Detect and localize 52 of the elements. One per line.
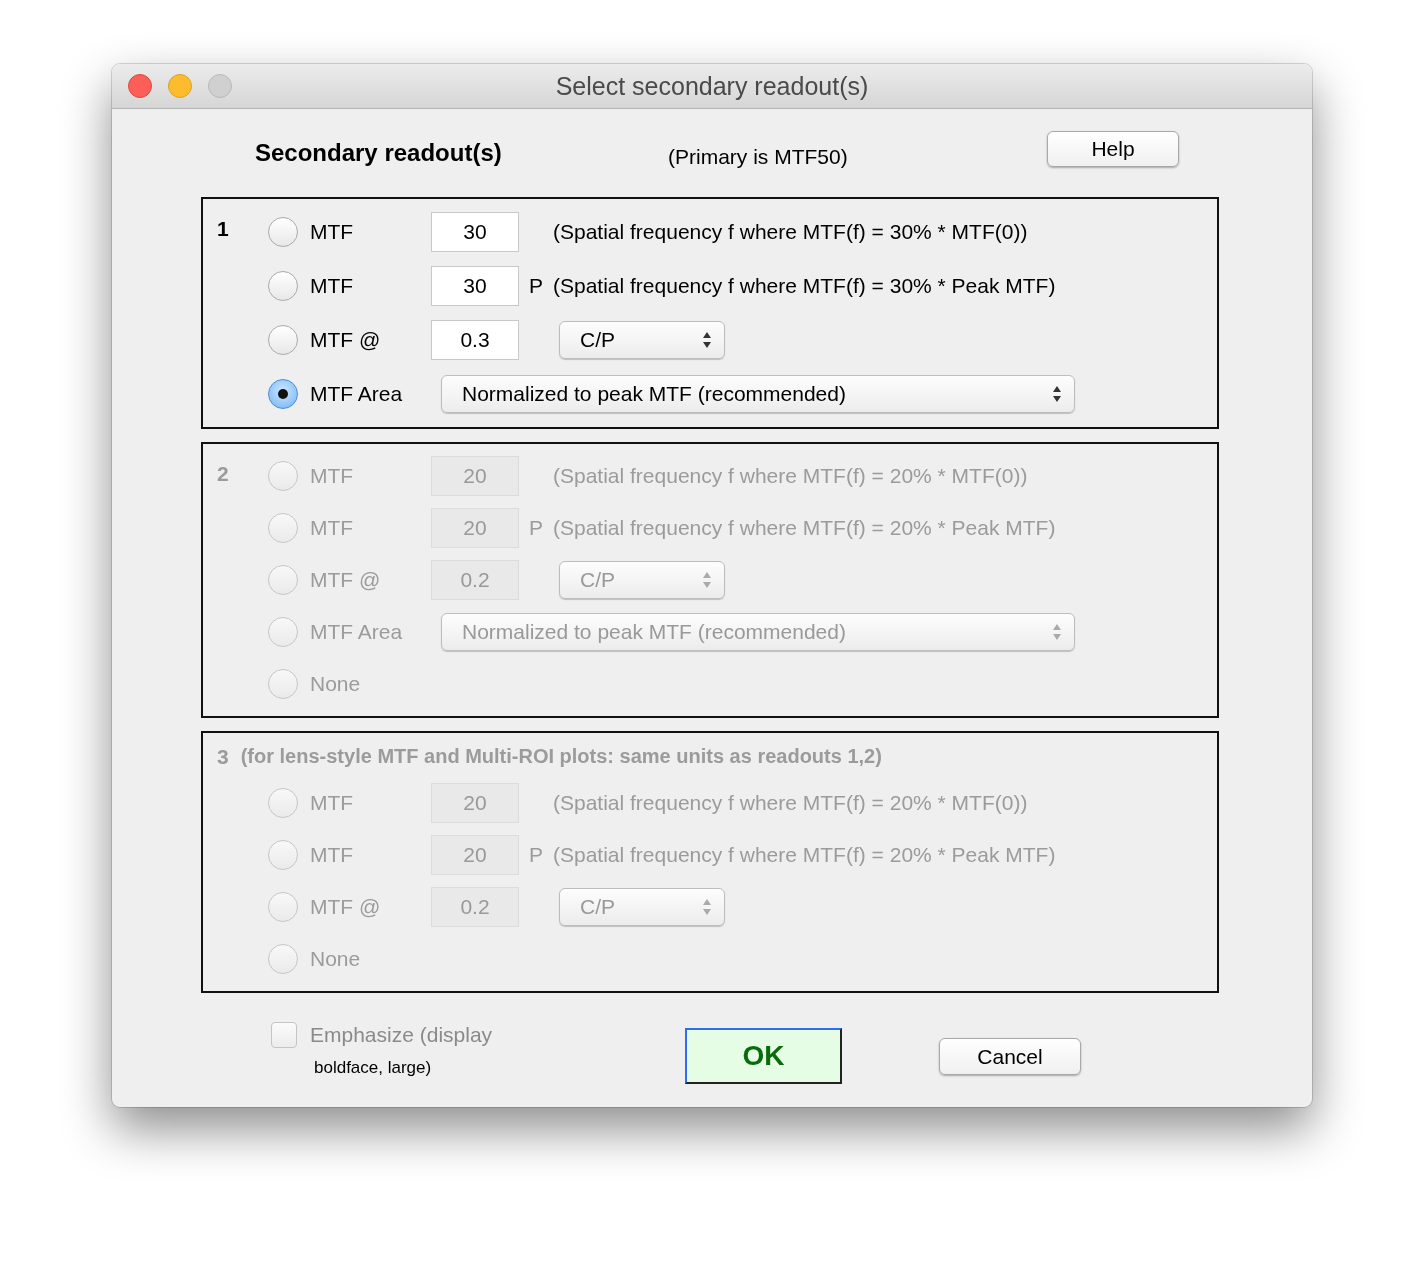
area-dropdown[interactable]: Normalized to peak MTF (recommended) [441, 375, 1075, 413]
option-label: MTF [310, 791, 355, 815]
option-label: MTF [310, 274, 355, 298]
section-title: Secondary readout(s) [255, 139, 503, 167]
checkbox-note: boldface, large) [314, 1058, 433, 1078]
suffix-label: P [529, 843, 543, 866]
option-description: (Spatial frequency f where MTF(f) = 30% * MTF(0)) [553, 220, 1028, 244]
radio-button[interactable] [268, 325, 298, 355]
suffix-label: P [529, 516, 543, 539]
group-number: 1 [217, 217, 229, 240]
radio-button[interactable] [268, 379, 298, 409]
option-description: (Spatial frequency f where MTF(f) = 20% * MTF(0)) [553, 464, 1028, 488]
option-description: (Spatial frequency f where MTF(f) = 20% * Peak MTF) [553, 516, 1056, 540]
option-label: None [310, 947, 361, 971]
value-field[interactable]: 30 [431, 212, 519, 252]
minimize-button[interactable] [168, 74, 192, 98]
radio-button[interactable] [268, 271, 298, 301]
primary-note: (Primary is MTF50) [668, 145, 849, 169]
value-field[interactable]: 30 [431, 266, 519, 306]
help-button[interactable]: Help [1047, 131, 1179, 167]
option-label: MTF Area [310, 620, 404, 644]
option-label: MTF [310, 220, 355, 244]
ok-button[interactable]: OK [685, 1028, 842, 1084]
stepper-arrows-icon [1052, 623, 1062, 641]
option-label: MTF @ [310, 328, 382, 352]
stepper-arrows-icon [1052, 385, 1062, 403]
unit-dropdown[interactable]: C/P [559, 321, 725, 359]
checkbox[interactable] [271, 1022, 297, 1048]
option-label: None [310, 672, 361, 696]
stepper-arrows-icon [702, 571, 712, 589]
group-title: (for lens-style MTF and Multi-ROI plots: same units as readouts 1,2) [240, 745, 882, 769]
option-label: MTF [310, 843, 355, 867]
checkbox-label: Emphasize (display [310, 1023, 493, 1047]
option-label: MTF Area [310, 382, 404, 406]
stepper-arrows-icon [702, 331, 712, 349]
option-description: (Spatial frequency f where MTF(f) = 30% * Peak MTF) [553, 274, 1056, 298]
suffix-label: P [529, 274, 543, 297]
radio-button[interactable] [268, 217, 298, 247]
group-number: 2 [217, 462, 229, 485]
option-description: (Spatial frequency f where MTF(f) = 20% * MTF(0)) [553, 791, 1028, 815]
group-number: 3 [217, 745, 229, 769]
option-label: MTF [310, 516, 355, 540]
option-label: MTF @ [310, 568, 382, 592]
cancel-button[interactable]: Cancel [939, 1038, 1081, 1075]
zoom-button[interactable] [208, 74, 232, 98]
option-label: MTF [310, 464, 355, 488]
option-description: (Spatial frequency f where MTF(f) = 20% * Peak MTF) [553, 843, 1056, 867]
stepper-arrows-icon [702, 898, 712, 916]
value-field[interactable]: 0.3 [431, 320, 519, 360]
window-title: Select secondary readout(s) [554, 71, 870, 101]
close-button[interactable] [128, 74, 152, 98]
option-label: MTF @ [310, 895, 382, 919]
